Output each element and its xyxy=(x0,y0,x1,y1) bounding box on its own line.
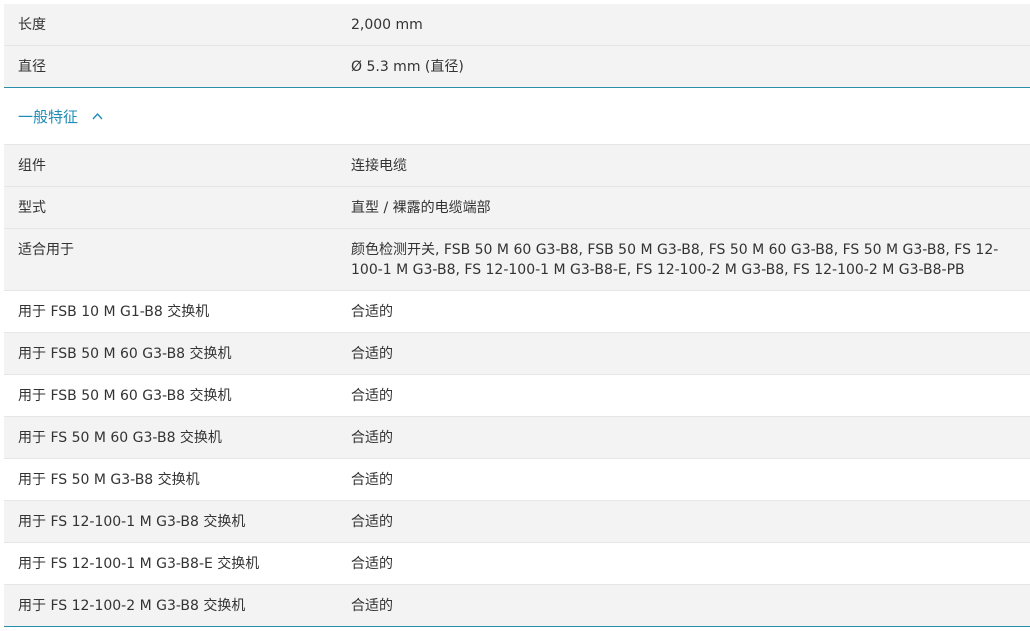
spec-label: 用于 FSB 10 M G1-B8 交换机 xyxy=(18,304,210,320)
spec-row: 适合用于 颜色检测开关, FSB 50 M 60 G3-B8, FSB 50 M… xyxy=(4,229,1030,291)
section-toggle-general-features[interactable]: 一般特征 xyxy=(4,88,1030,145)
spec-label: 直径 xyxy=(18,59,46,75)
spec-value: 连接电缆 xyxy=(351,158,407,174)
spec-label: 用于 FS 12-100-1 M G3-B8-E 交换机 xyxy=(18,556,260,572)
spec-row: 用于 FSB 10 M G1-B8 交换机 合适的 xyxy=(4,291,1030,333)
spec-value: 合适的 xyxy=(351,472,393,488)
spec-row: 型式 直型 / 裸露的电缆端部 xyxy=(4,187,1030,229)
spec-row: 用于 FS 12-100-2 M G3-B8 交换机 合适的 xyxy=(4,585,1030,627)
spec-value: 合适的 xyxy=(351,304,393,320)
spec-row: 用于 FSB 50 M 60 G3-B8 交换机 合适的 xyxy=(4,333,1030,375)
spec-label: 用于 FS 50 M G3-B8 交换机 xyxy=(18,472,200,488)
spec-row: 用于 FS 50 M G3-B8 交换机 合适的 xyxy=(4,459,1030,501)
spec-row: 用于 FS 50 M 60 G3-B8 交换机 合适的 xyxy=(4,417,1030,459)
spec-value: 直型 / 裸露的电缆端部 xyxy=(351,200,491,216)
spec-label: 组件 xyxy=(18,158,46,174)
spec-row-diameter: 直径 Ø 5.3 mm (直径) xyxy=(4,46,1030,87)
spec-value: 合适的 xyxy=(351,388,393,404)
spec-value: 合适的 xyxy=(351,514,393,530)
spec-label: 用于 FSB 50 M 60 G3-B8 交换机 xyxy=(18,346,232,362)
spec-value: 颜色检测开关, FSB 50 M 60 G3-B8, FSB 50 M G3-B… xyxy=(351,242,999,278)
spec-value: 合适的 xyxy=(351,598,393,614)
chevron-up-icon xyxy=(92,112,103,120)
spec-row: 组件 连接电缆 xyxy=(4,145,1030,187)
spec-label: 用于 FS 12-100-1 M G3-B8 交换机 xyxy=(18,514,246,530)
spec-value: 合适的 xyxy=(351,430,393,446)
spec-label: 用于 FS 12-100-2 M G3-B8 交换机 xyxy=(18,598,246,614)
spec-row: 用于 FS 12-100-1 M G3-B8-E 交换机 合适的 xyxy=(4,543,1030,585)
spec-value: 2,000 mm xyxy=(351,17,423,33)
spec-row: 用于 FSB 50 M 60 G3-B8 交换机 合适的 xyxy=(4,375,1030,417)
spec-label: 适合用于 xyxy=(18,242,74,258)
section-title: 一般特征 xyxy=(18,107,79,126)
spec-label: 用于 FSB 50 M 60 G3-B8 交换机 xyxy=(18,388,232,404)
dimensions-group: 长度 2,000 mm 直径 Ø 5.3 mm (直径) xyxy=(4,4,1030,88)
spec-row-length: 长度 2,000 mm xyxy=(4,4,1030,46)
spec-value: Ø 5.3 mm (直径) xyxy=(351,59,464,75)
spec-row: 用于 FS 12-100-1 M G3-B8 交换机 合适的 xyxy=(4,501,1030,543)
spec-label: 型式 xyxy=(18,200,46,216)
spec-value: 合适的 xyxy=(351,556,393,572)
spec-label: 长度 xyxy=(18,17,46,33)
spec-label: 用于 FS 50 M 60 G3-B8 交换机 xyxy=(18,430,222,446)
general-features-group: 组件 连接电缆 型式 直型 / 裸露的电缆端部 适合用于 颜色检测开关, FSB… xyxy=(4,145,1030,627)
spec-value: 合适的 xyxy=(351,346,393,362)
spec-table: 长度 2,000 mm 直径 Ø 5.3 mm (直径) 一般特征 组件 连接电… xyxy=(4,4,1030,627)
